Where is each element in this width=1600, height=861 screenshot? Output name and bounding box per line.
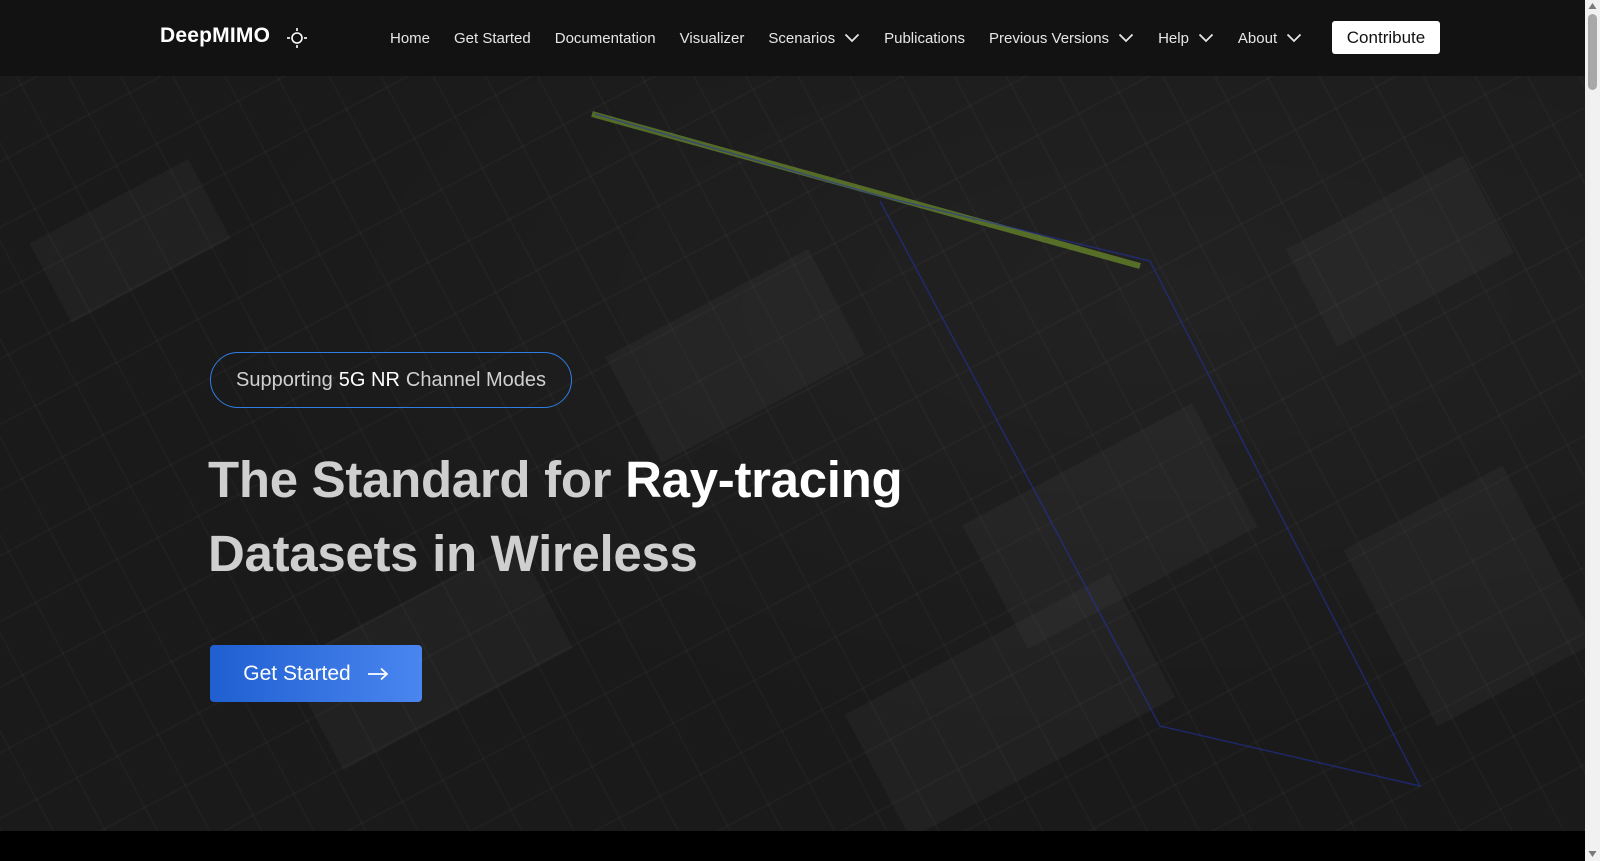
page: Supporting 5G NR Channel Modes The Stand… xyxy=(0,0,1585,861)
nav-documentation[interactable]: Documentation xyxy=(555,30,656,47)
badge-prefix: Supporting xyxy=(236,368,333,391)
nav-previous-versions-label: Previous Versions xyxy=(989,29,1110,47)
hero-section: Supporting 5G NR Channel Modes The Stand… xyxy=(0,76,1585,831)
nav-about[interactable]: About xyxy=(1238,30,1302,47)
headline-line2: Datasets in Wireless xyxy=(208,525,698,582)
next-section-edge xyxy=(0,831,1585,861)
nav-publications[interactable]: Publications xyxy=(884,30,965,47)
nav-get-started-label: Get Started xyxy=(454,29,531,47)
scroll-down-icon[interactable] xyxy=(1588,850,1597,858)
nav-documentation-label: Documentation xyxy=(554,29,656,47)
nav-about-label: About xyxy=(1237,29,1278,47)
nav-scenarios-label: Scenarios xyxy=(768,29,836,47)
brand-logo[interactable]: DeepMIMO xyxy=(160,24,270,48)
get-started-label: Get Started xyxy=(243,661,351,685)
nav-help-label: Help xyxy=(1158,29,1189,47)
chevron-down-icon xyxy=(1286,33,1302,43)
hero-headline: The Standard for Ray-tracing Datasets in… xyxy=(208,443,903,591)
contribute-button[interactable]: Contribute xyxy=(1332,21,1440,54)
nav-previous-versions[interactable]: Previous Versions xyxy=(989,30,1134,47)
page-scrollbar[interactable] xyxy=(1585,0,1600,861)
nav-visualizer[interactable]: Visualizer xyxy=(680,30,745,47)
chevron-down-icon xyxy=(1198,33,1214,43)
nav-visualizer-label: Visualizer xyxy=(679,29,745,47)
nav-publications-label: Publications xyxy=(884,29,965,47)
scroll-up-icon[interactable] xyxy=(1588,2,1597,10)
headline-part1: The Standard for xyxy=(208,451,612,508)
sun-icon[interactable] xyxy=(286,27,308,49)
scroll-thumb[interactable] xyxy=(1588,14,1597,90)
arrow-right-icon xyxy=(367,667,389,680)
nav-home[interactable]: Home xyxy=(390,30,430,47)
navbar: DeepMIMO Home Get Started Documentation … xyxy=(0,0,1585,76)
headline-accent: Ray-tracing xyxy=(625,451,903,508)
main-nav: Home Get Started Documentation Visualize… xyxy=(390,0,1326,76)
badge-highlight: 5G NR xyxy=(338,368,400,391)
nav-home-label: Home xyxy=(390,29,431,47)
nav-get-started[interactable]: Get Started xyxy=(454,30,531,47)
get-started-button[interactable]: Get Started xyxy=(210,645,422,702)
badge-suffix: Channel Modes xyxy=(405,368,546,391)
chevron-down-icon xyxy=(844,33,860,43)
feature-badge: Supporting 5G NR Channel Modes xyxy=(210,352,572,408)
nav-help[interactable]: Help xyxy=(1158,30,1214,47)
nav-scenarios[interactable]: Scenarios xyxy=(768,30,860,47)
chevron-down-icon xyxy=(1118,33,1134,43)
